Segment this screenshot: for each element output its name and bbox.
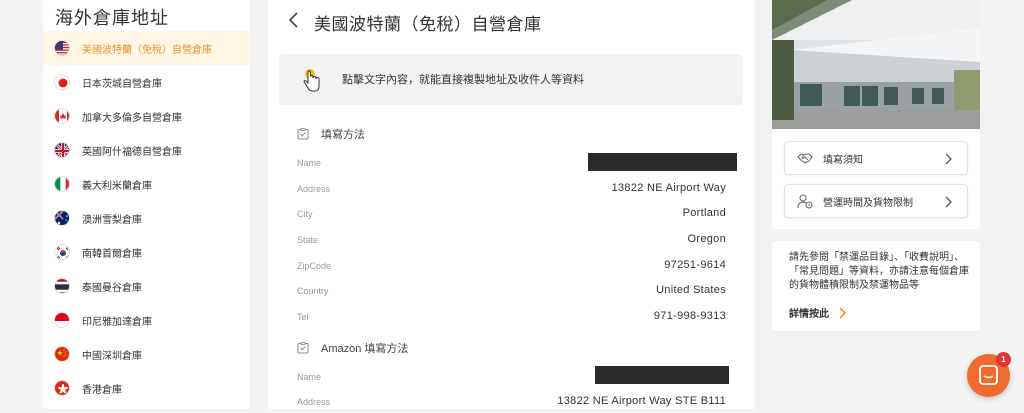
address-row-zipcode[interactable]: ZipCode 97251-9614	[297, 257, 726, 277]
redacted-name-bar	[588, 153, 737, 171]
checklist-icon	[297, 342, 309, 354]
section-heading-fill-method: 填寫方法	[297, 126, 365, 142]
person-clock-icon	[797, 194, 813, 209]
field-value[interactable]: Portland	[683, 207, 726, 219]
field-value[interactable]: United States	[656, 284, 726, 296]
sidebar-item-label: 美國波特蘭（免稅）自營倉庫	[82, 44, 212, 56]
thailand-flag-icon	[54, 278, 70, 294]
copy-hint-box: 點擊文字內容，就能直接複製地址及收件人等資料	[279, 54, 743, 105]
amazon-row-address[interactable]: Address 13822 NE Airport Way STE B111	[297, 393, 726, 413]
details-link[interactable]: 詳情按此	[789, 305, 847, 320]
copy-hint-text: 點擊文字內容，就能直接複製地址及收件人等資料	[342, 74, 584, 86]
china-flag-icon	[54, 346, 70, 362]
details-label: 詳情按此	[789, 309, 829, 320]
field-value[interactable]: 97251-9614	[664, 259, 726, 271]
sidebar-item-label: 南韓首爾倉庫	[82, 248, 142, 260]
us-flag-icon	[54, 40, 70, 56]
checklist-icon	[297, 128, 309, 140]
sidebar-item-korea[interactable]: 南韓首爾倉庫	[43, 235, 250, 269]
sidebar-item-label: 日本茨城自營倉庫	[82, 78, 162, 90]
korea-flag-icon	[54, 244, 70, 260]
sidebar-item-label: 澳洲雪梨倉庫	[82, 214, 142, 226]
sidebar-item-label: 加拿大多倫多自營倉庫	[82, 112, 182, 124]
canada-flag-icon	[54, 108, 70, 124]
address-row-country[interactable]: Country United States	[297, 282, 726, 302]
back-arrow-icon[interactable]	[284, 10, 304, 30]
field-label: Name	[297, 158, 322, 168]
chevron-right-icon	[945, 196, 952, 208]
field-value[interactable]: 13822 NE Airport Way	[612, 182, 726, 194]
fill-notes-button[interactable]: 填寫須知	[784, 141, 968, 175]
japan-flag-icon	[54, 74, 70, 90]
address-row-tel[interactable]: Tel 971-998-9313	[297, 308, 726, 328]
sidebar-item-hongkong[interactable]: 香港倉庫	[43, 371, 250, 405]
uk-flag-icon	[54, 142, 70, 158]
chevron-right-icon	[945, 153, 952, 165]
sidebar-title: 海外倉庫地址	[55, 8, 169, 28]
address-row-state[interactable]: State Oregon	[297, 231, 726, 251]
sidebar-item-uk[interactable]: 英國阿什福德自營倉庫	[43, 133, 250, 167]
field-label: Address	[297, 184, 331, 194]
fill-notes-label: 填寫須知	[823, 154, 863, 166]
sidebar-item-australia[interactable]: 澳洲雪梨倉庫	[43, 201, 250, 235]
field-label: Country	[297, 286, 329, 296]
sidebar-item-label: 泰國曼谷倉庫	[82, 282, 142, 294]
australia-flag-icon	[54, 210, 70, 226]
italy-flag-icon	[54, 176, 70, 192]
redacted-name-bar	[595, 366, 729, 384]
section-heading-label: Amazon 填寫方法	[321, 343, 409, 355]
address-row-city[interactable]: City Portland	[297, 205, 726, 225]
hongkong-flag-icon	[54, 380, 70, 396]
field-label: Address	[297, 397, 331, 407]
field-label: State	[297, 235, 319, 245]
sidebar-item-us-portland[interactable]: 美國波特蘭（免稅）自營倉庫	[43, 31, 250, 65]
sidebar-item-label: 香港倉庫	[82, 384, 122, 396]
field-label: ZipCode	[297, 261, 332, 271]
hours-restrictions-label: 營運時間及貨物限制	[823, 197, 913, 209]
handshake-icon	[797, 153, 813, 164]
address-row-address[interactable]: Address 13822 NE Airport Way	[297, 180, 726, 200]
notice-text: 請先參閱「禁運品目錄」、「收費說明」、「常見問題」等資料，亦請注意每個倉庫的貨物…	[789, 252, 969, 291]
sidebar-item-label: 印尼雅加達倉庫	[82, 316, 152, 328]
warehouse-photo	[772, 0, 980, 129]
sidebar-item-canada[interactable]: 加拿大多倫多自營倉庫	[43, 99, 250, 133]
field-value[interactable]: Oregon	[688, 233, 727, 245]
address-panel: 美國波特蘭（免稅）自營倉庫 點擊文字內容，就能直接複製地址及收件人等資料 填寫方…	[268, 0, 755, 409]
hours-restrictions-button[interactable]: 營運時間及貨物限制	[784, 184, 968, 218]
field-value[interactable]: 971-998-9313	[654, 310, 726, 322]
field-label: Name	[297, 372, 322, 382]
sidebar-item-thailand[interactable]: 泰國曼谷倉庫	[43, 269, 250, 303]
chevron-right-icon	[839, 306, 847, 319]
sidebar-item-italy[interactable]: 義大利米蘭倉庫	[43, 167, 250, 201]
page-title: 美國波特蘭（免稅）自營倉庫	[314, 15, 542, 34]
notice-card: 請先參閱「禁運品目錄」、「收費說明」、「常見問題」等資料，亦請注意每個倉庫的貨物…	[772, 241, 980, 331]
sidebar-item-label: 中國深圳倉庫	[82, 350, 142, 362]
pointer-hand-icon	[303, 69, 320, 92]
field-label: Tel	[297, 312, 309, 322]
sidebar-item-japan[interactable]: 日本茨城自營倉庫	[43, 65, 250, 99]
section-heading-amazon-fill-method: Amazon 填寫方法	[297, 340, 408, 356]
sidebar-item-label: 英國阿什福德自營倉庫	[82, 146, 182, 158]
sidebar-item-china[interactable]: 中國深圳倉庫	[43, 337, 250, 371]
section-heading-label: 填寫方法	[321, 129, 365, 141]
sidebar-item-label: 義大利米蘭倉庫	[82, 180, 152, 192]
indonesia-flag-icon	[54, 312, 70, 328]
field-label: City	[297, 209, 313, 219]
sidebar-item-indonesia[interactable]: 印尼雅加達倉庫	[43, 303, 250, 337]
field-value[interactable]: 13822 NE Airport Way STE B111	[557, 395, 726, 407]
chat-unread-badge: 1	[996, 352, 1011, 367]
warehouse-sidebar: 海外倉庫地址 美國波特蘭（免稅）自營倉庫 日本茨城自營倉庫 加拿大多倫多自營倉庫…	[43, 0, 250, 409]
